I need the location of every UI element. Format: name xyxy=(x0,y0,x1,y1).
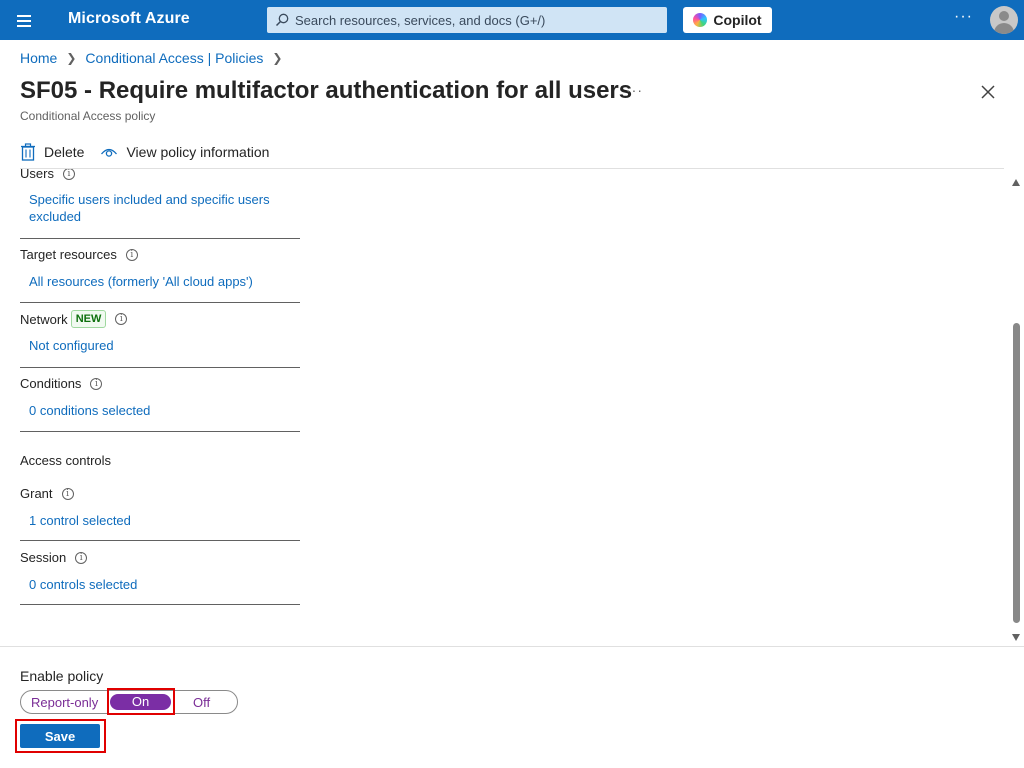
target-resources-section: Target resources i All resources (former… xyxy=(20,247,300,290)
breadcrumb-policies[interactable]: Conditional Access | Policies xyxy=(85,50,263,66)
eye-icon xyxy=(101,148,118,157)
grant-label: Grant xyxy=(20,486,53,501)
users-section: Users i Specific users included and spec… xyxy=(20,169,300,225)
grant-section: Grant i 1 control selected xyxy=(20,486,300,529)
users-value-link[interactable]: Specific users included and specific use… xyxy=(29,191,300,225)
avatar[interactable] xyxy=(990,6,1018,34)
copilot-label: Copilot xyxy=(713,12,762,28)
command-bar: Delete View policy information xyxy=(20,140,285,164)
info-icon[interactable]: i xyxy=(115,313,128,325)
info-icon[interactable]: i xyxy=(125,248,138,261)
view-policy-info-button[interactable]: View policy information xyxy=(100,144,269,160)
close-icon[interactable] xyxy=(978,82,998,102)
title-more-button[interactable]: ··· xyxy=(626,82,643,98)
search-box[interactable] xyxy=(267,7,667,33)
policy-content: Users i Specific users included and spec… xyxy=(20,169,1004,641)
info-icon[interactable]: i xyxy=(61,487,74,500)
breadcrumb-home[interactable]: Home xyxy=(20,50,57,66)
chevron-right-icon: ❯ xyxy=(66,51,77,65)
copilot-icon xyxy=(693,13,708,27)
breadcrumb: Home ❯ Conditional Access | Policies ❯ xyxy=(20,50,291,66)
toggle-off[interactable]: Off xyxy=(193,695,210,710)
more-options-button[interactable]: ··· xyxy=(954,8,973,26)
session-value-link[interactable]: 0 controls selected xyxy=(29,576,300,593)
info-icon[interactable]: i xyxy=(90,377,103,390)
target-resources-value-link[interactable]: All resources (formerly 'All cloud apps'… xyxy=(29,273,300,290)
conditions-section: Conditions i 0 conditions selected xyxy=(20,376,300,419)
divider xyxy=(20,540,300,541)
scroll-up-arrow-icon[interactable] xyxy=(1011,175,1021,186)
copilot-button[interactable]: Copilot xyxy=(683,7,772,33)
toggle-on[interactable]: On xyxy=(110,694,171,710)
toggle-report-only[interactable]: Report-only xyxy=(31,695,98,710)
divider xyxy=(20,302,300,303)
access-controls-heading: Access controls xyxy=(20,453,112,468)
session-section: Session i 0 controls selected xyxy=(20,550,300,593)
target-resources-label: Target resources xyxy=(20,247,117,262)
brand-name[interactable]: Microsoft Azure xyxy=(68,10,190,28)
network-section: Network NEW i Not configured xyxy=(20,310,300,354)
page-title: SF05 - Require multifactor authenticatio… xyxy=(20,77,633,104)
scrollbar-thumb[interactable] xyxy=(1013,323,1020,623)
page-subtitle: Conditional Access policy xyxy=(20,109,156,123)
divider xyxy=(20,367,300,368)
enable-policy-label: Enable policy xyxy=(20,668,104,684)
scroll-down-arrow-icon[interactable] xyxy=(1011,629,1021,641)
network-value-link[interactable]: Not configured xyxy=(29,337,300,354)
divider xyxy=(20,431,300,432)
new-badge: NEW xyxy=(70,310,107,328)
session-label: Session xyxy=(20,550,67,565)
chevron-right-icon: ❯ xyxy=(272,51,283,65)
save-button[interactable]: Save xyxy=(20,724,100,748)
info-icon[interactable]: i xyxy=(75,551,88,564)
search-icon xyxy=(275,13,289,27)
top-bar: Microsoft Azure Copilot ··· xyxy=(0,0,1024,40)
menu-icon[interactable] xyxy=(12,12,36,28)
footer-divider xyxy=(0,646,1024,647)
search-input[interactable] xyxy=(295,12,655,28)
view-policy-info-label: View policy information xyxy=(126,144,270,160)
users-label: Users xyxy=(20,169,54,181)
delete-button[interactable]: Delete xyxy=(20,143,84,161)
info-icon[interactable]: i xyxy=(62,169,75,180)
trash-icon xyxy=(21,143,35,161)
grant-value-link[interactable]: 1 control selected xyxy=(29,512,300,529)
conditions-label: Conditions xyxy=(20,376,82,391)
network-label: Network xyxy=(20,311,68,327)
divider xyxy=(20,604,300,605)
delete-label: Delete xyxy=(44,144,85,160)
enable-policy-toggle: Report-only On Off xyxy=(20,690,238,714)
divider xyxy=(20,238,300,239)
conditions-value-link[interactable]: 0 conditions selected xyxy=(29,402,300,419)
